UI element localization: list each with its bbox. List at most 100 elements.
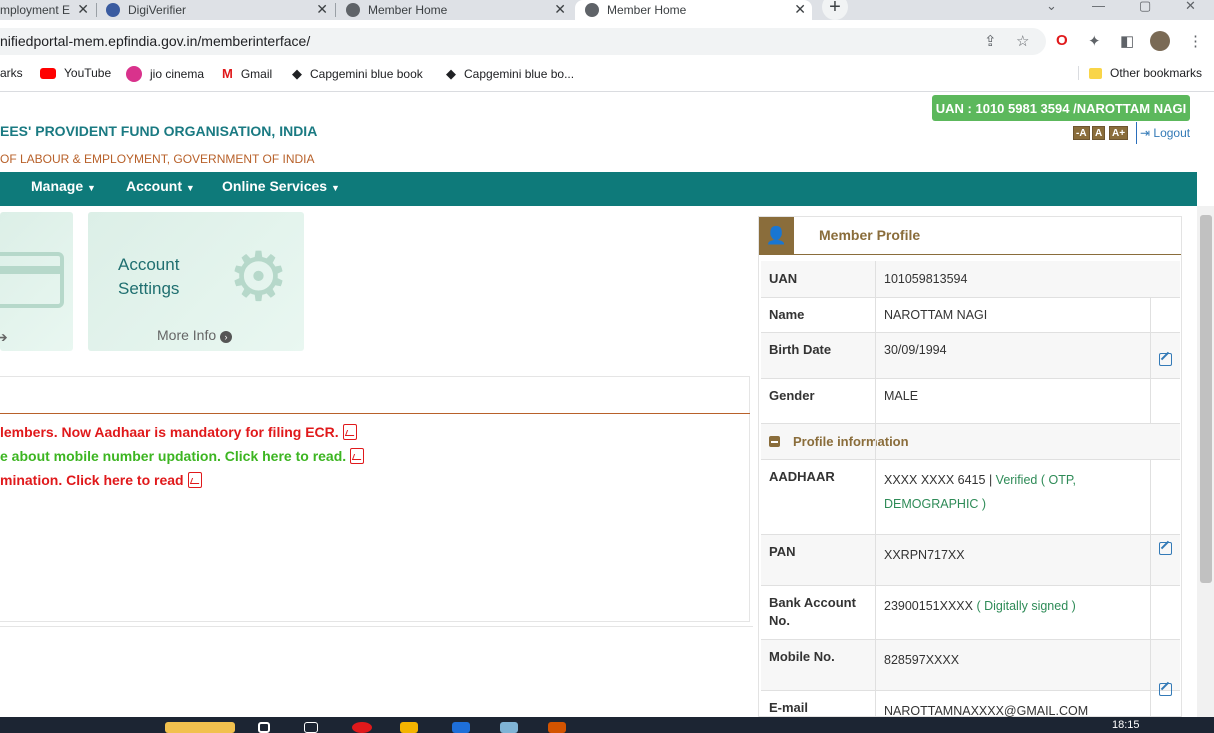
pdf-icon[interactable] bbox=[187, 472, 202, 488]
menu-icon[interactable]: ⋮ bbox=[1188, 32, 1203, 50]
font-increase-button[interactable]: A+ bbox=[1109, 126, 1129, 140]
tab-separator bbox=[335, 3, 336, 17]
clock-time[interactable]: 18:15 bbox=[1112, 719, 1140, 731]
user-plus-icon: 👤 bbox=[759, 217, 794, 255]
notice-mobile[interactable]: e about mobile number updation. Click he… bbox=[0, 448, 365, 464]
folder-icon bbox=[1089, 67, 1102, 79]
search-icon[interactable] bbox=[258, 722, 270, 733]
tab-employment[interactable]: mployment E ✕ bbox=[0, 0, 95, 20]
app-icon[interactable] bbox=[500, 722, 518, 733]
tab-member-home-active[interactable]: Member Home ✕ bbox=[575, 0, 812, 20]
bookmark-label: YouTube bbox=[64, 66, 112, 80]
aadhaar-number: XXXX XXXX 6415 bbox=[884, 473, 986, 487]
star-icon[interactable]: ☆ bbox=[1016, 32, 1029, 50]
caret-down-icon: ▼ bbox=[87, 183, 96, 193]
youtube-icon bbox=[40, 67, 56, 79]
bookmark-capgemini[interactable]: ◆ Capgemini blue book bbox=[292, 66, 423, 82]
gear-icon: ⚙ bbox=[228, 239, 289, 315]
notice-aadhaar[interactable]: lembers. Now Aadhaar is mandatory for fi… bbox=[0, 424, 357, 440]
maximize-icon[interactable]: ▢ bbox=[1139, 0, 1151, 14]
collapse-icon[interactable] bbox=[769, 436, 780, 447]
nav-label: Manage bbox=[31, 178, 84, 194]
close-icon[interactable]: ✕ bbox=[77, 1, 89, 18]
nav-label: Online Services bbox=[222, 178, 328, 194]
globe-icon bbox=[346, 3, 360, 17]
close-icon[interactable]: ✕ bbox=[316, 1, 328, 18]
font-decrease-button[interactable]: -A bbox=[1073, 126, 1090, 140]
bank-label-cont: No. bbox=[769, 613, 790, 628]
capgemini-icon: ◆ bbox=[446, 66, 456, 81]
nav-manage[interactable]: Manage ▼ bbox=[31, 178, 96, 194]
nav-online-services[interactable]: Online Services ▼ bbox=[222, 178, 340, 194]
email-label: E-mail bbox=[769, 700, 809, 715]
jio-cinema-icon bbox=[126, 66, 142, 82]
office-icon[interactable] bbox=[548, 722, 566, 733]
bookmark-gmail[interactable]: M Gmail bbox=[222, 66, 272, 81]
card-icon bbox=[0, 252, 64, 308]
chrome-icon[interactable] bbox=[352, 722, 372, 733]
tab-title: DigiVerifier bbox=[128, 3, 187, 17]
tab-member-home[interactable]: Member Home ✕ bbox=[346, 0, 572, 20]
pdf-icon[interactable] bbox=[342, 424, 357, 440]
bookmark-label: jio cinema bbox=[150, 67, 205, 81]
bookmark-item[interactable]: arks bbox=[0, 66, 23, 80]
weather-widget-icon[interactable] bbox=[165, 722, 235, 733]
mobile-label: Mobile No. bbox=[769, 649, 835, 664]
bookmark-label: Capgemini blue book bbox=[310, 67, 423, 81]
arrow-circle-icon: › bbox=[220, 331, 233, 343]
close-window-icon[interactable]: ✕ bbox=[1185, 0, 1196, 14]
more-info-link[interactable]: More Info › bbox=[157, 327, 233, 343]
logout-link[interactable]: ⇥ Logout bbox=[1140, 126, 1190, 140]
column-divider bbox=[1150, 460, 1151, 717]
pan-label: PAN bbox=[769, 544, 796, 559]
name-value: NAROTTAM NAGI bbox=[884, 308, 988, 322]
bank-number: 23900151XXXX bbox=[884, 599, 973, 613]
logout-icon: ⇥ bbox=[1140, 126, 1154, 140]
close-icon[interactable]: ✕ bbox=[554, 1, 566, 18]
divider bbox=[1136, 122, 1137, 144]
sidepanel-icon[interactable]: ◧ bbox=[1120, 32, 1134, 50]
capgemini-icon: ◆ bbox=[292, 66, 302, 81]
tab-digiverifier[interactable]: DigiVerifier ✕ bbox=[106, 0, 334, 20]
tab-separator bbox=[96, 3, 97, 17]
aadhaar-status-cont: DEMOGRAPHIC ) bbox=[884, 497, 987, 511]
tile-card[interactable]: ➔ bbox=[0, 212, 73, 351]
tab-search-icon[interactable]: ⌄ bbox=[1046, 0, 1057, 14]
uan-value: 101059813594 bbox=[884, 272, 968, 286]
bookmark-youtube[interactable]: YouTube bbox=[40, 66, 111, 80]
table-row bbox=[761, 261, 1180, 298]
tab-title: Member Home bbox=[368, 3, 448, 17]
avatar[interactable] bbox=[1150, 31, 1170, 51]
aadhaar-value: XXXX XXXX 6415 | Verified ( OTP, bbox=[884, 468, 1076, 492]
opera-icon[interactable]: O bbox=[1056, 32, 1068, 49]
other-bookmarks[interactable]: Other bookmarks bbox=[1078, 66, 1202, 80]
close-icon[interactable]: ✕ bbox=[794, 1, 806, 18]
profile-title: Member Profile bbox=[819, 227, 921, 243]
pdf-icon[interactable] bbox=[350, 448, 365, 464]
notice-text: lembers. Now Aadhaar is mandatory for fi… bbox=[0, 424, 339, 440]
url-text[interactable]: nifiedportal-mem.epfindia.gov.in/memberi… bbox=[0, 33, 310, 49]
font-normal-button[interactable]: A bbox=[1092, 126, 1106, 140]
bookmark-capgemini-2[interactable]: ◆ Capgemini blue bo... bbox=[446, 66, 574, 82]
profile-info-header[interactable]: Profile information bbox=[793, 434, 909, 449]
edit-icon[interactable] bbox=[1159, 683, 1172, 696]
aadhaar-status: Verified ( OTP, bbox=[995, 473, 1077, 487]
edit-icon[interactable] bbox=[1159, 353, 1172, 366]
bookmark-jio-cinema[interactable]: jio cinema bbox=[126, 66, 204, 82]
notice-text: e about mobile number updation. Click he… bbox=[0, 448, 347, 464]
nav-account[interactable]: Account ▼ bbox=[126, 178, 195, 194]
task-view-icon[interactable] bbox=[304, 722, 318, 733]
birth-date-value: 30/09/1994 bbox=[884, 343, 947, 357]
uan-badge: UAN : 1010 5981 3594 /NAROTTAM NAGI bbox=[932, 95, 1190, 121]
share-icon[interactable]: ⇪ bbox=[984, 32, 997, 50]
store-icon[interactable] bbox=[452, 722, 470, 733]
more-info-label: More Info bbox=[157, 327, 217, 343]
birth-date-label: Birth Date bbox=[769, 342, 832, 357]
edit-icon[interactable] bbox=[1159, 542, 1172, 555]
aadhaar-label: AADHAAR bbox=[769, 469, 835, 484]
scrollbar-thumb[interactable] bbox=[1200, 215, 1212, 583]
notice-nomination[interactable]: mination. Click here to read bbox=[0, 472, 202, 488]
extensions-icon[interactable]: ✦ bbox=[1088, 32, 1101, 50]
minimize-icon[interactable]: — bbox=[1092, 0, 1105, 13]
file-explorer-icon[interactable] bbox=[400, 722, 418, 733]
